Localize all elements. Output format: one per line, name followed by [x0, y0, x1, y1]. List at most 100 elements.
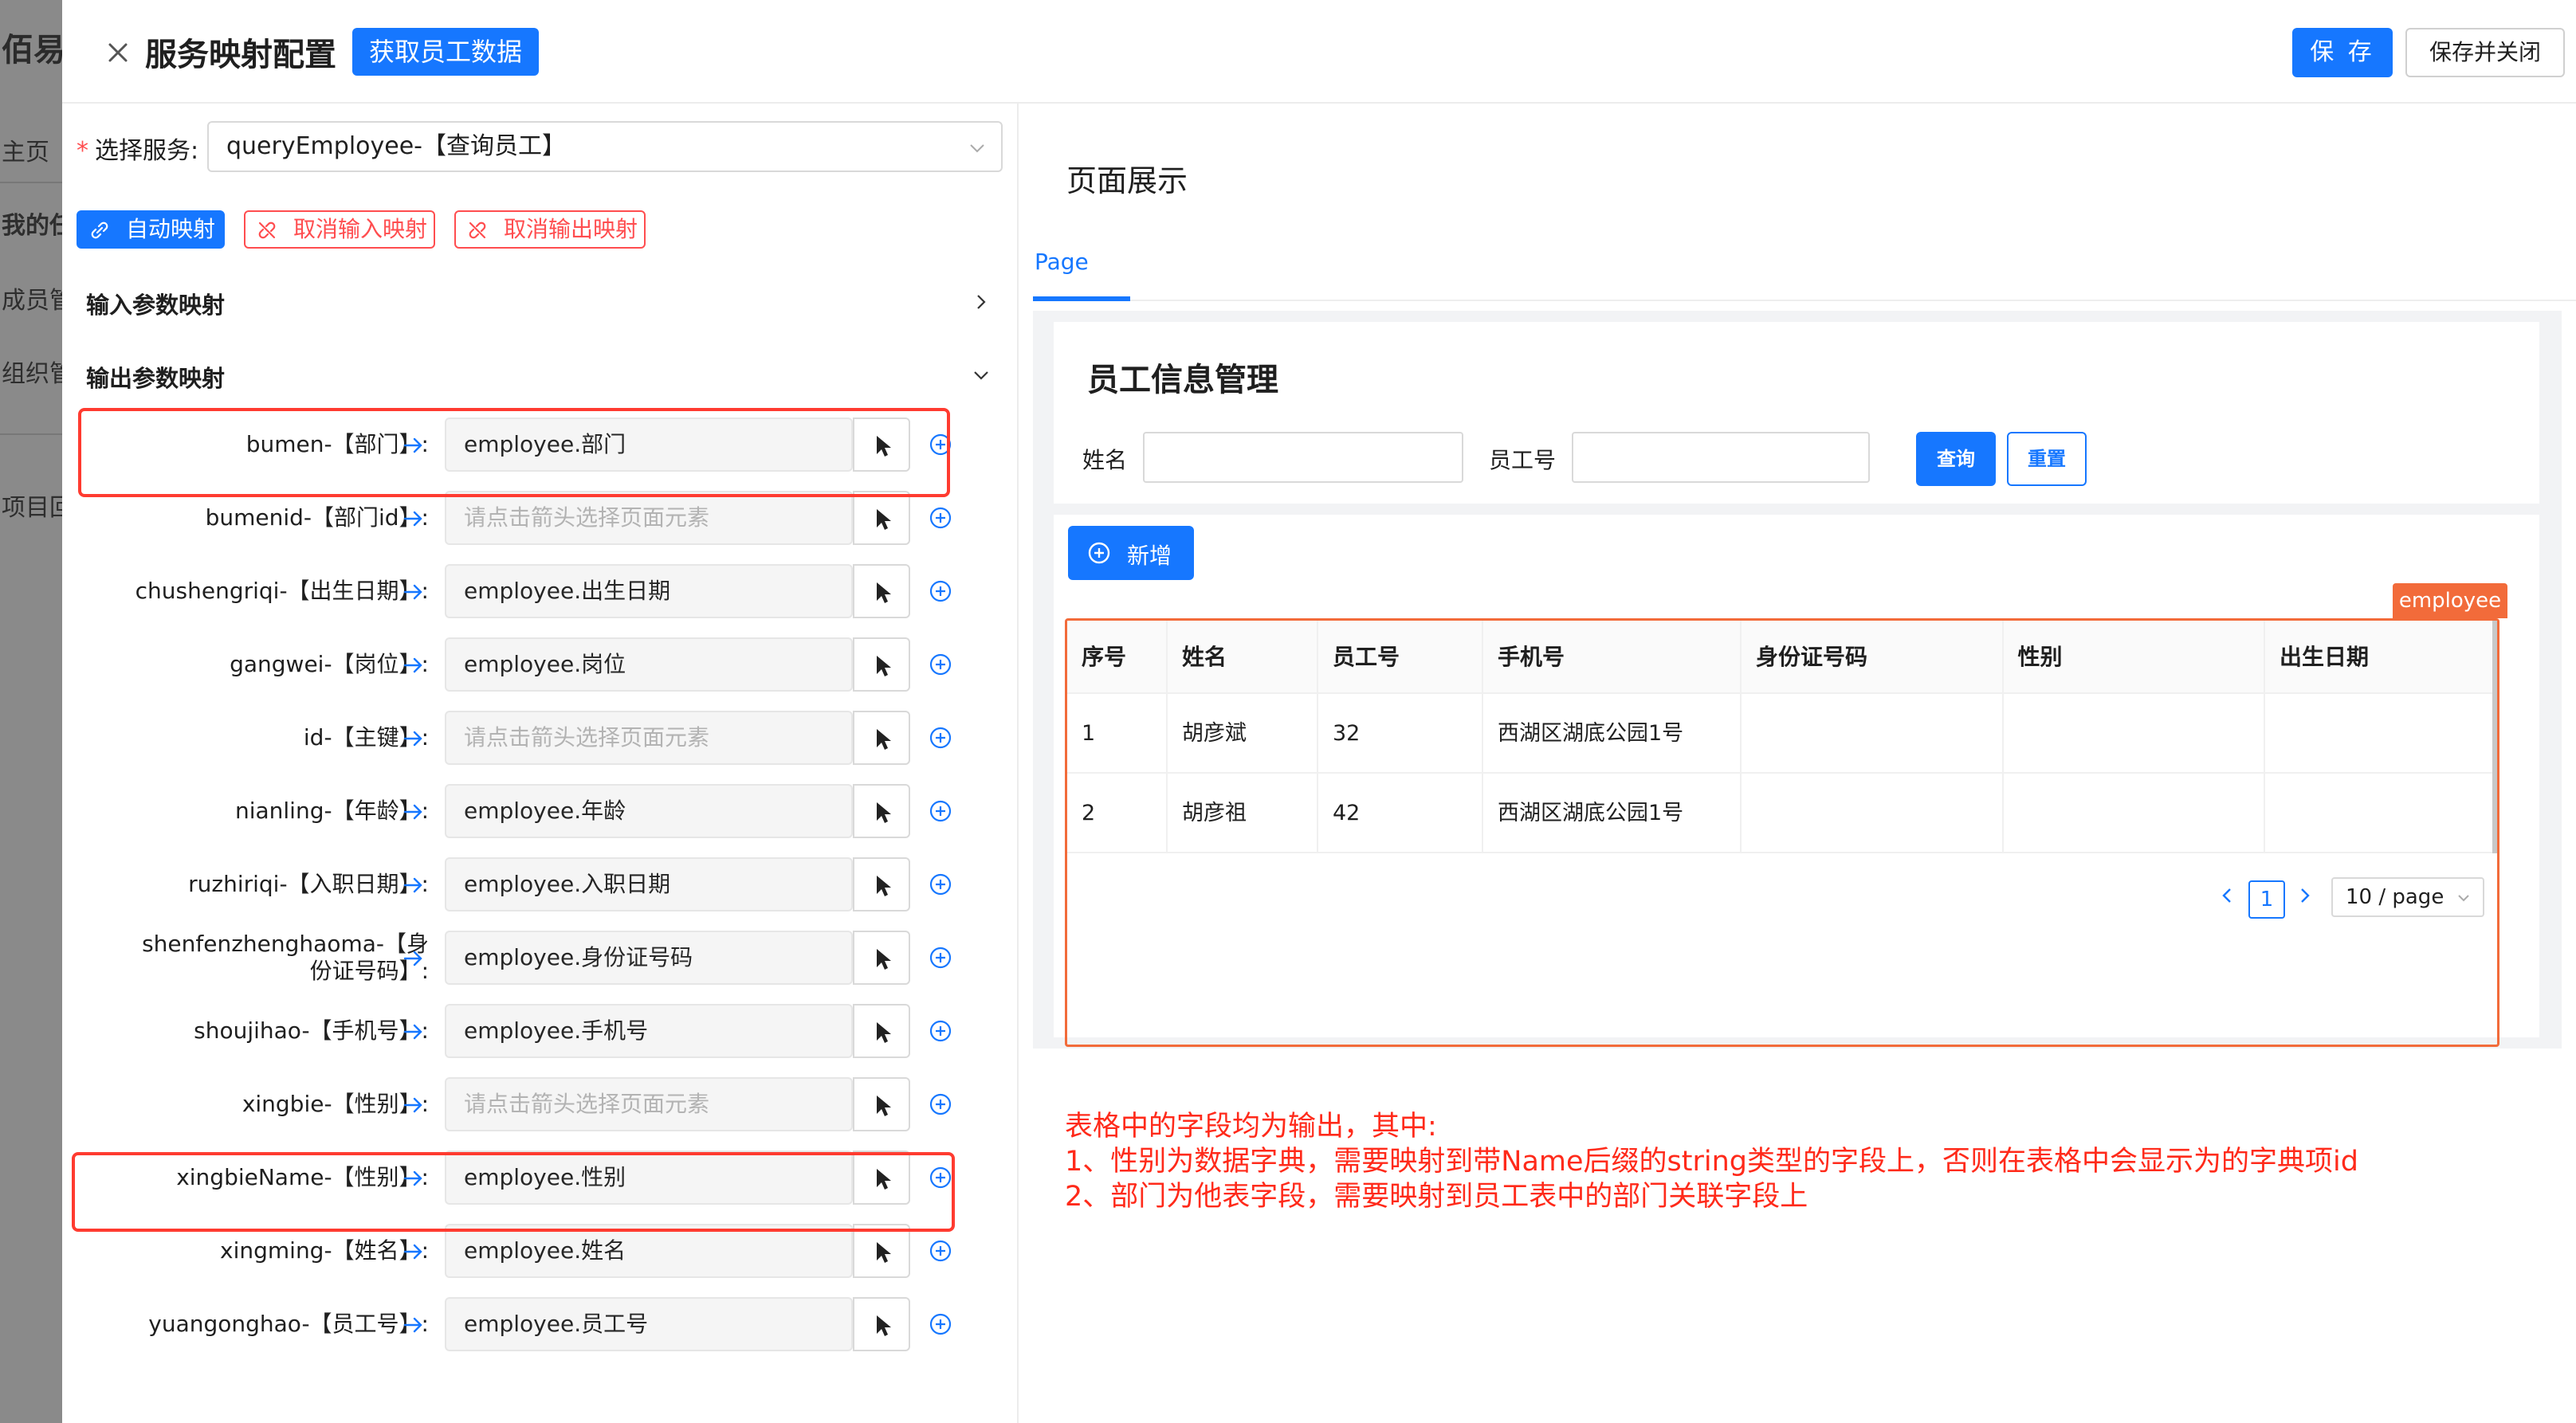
pick-element-button[interactable]: [853, 1004, 910, 1058]
note-line: 2、部门为他表字段，需要映射到员工表中的部门关联字段上: [1065, 1181, 1808, 1213]
cursor-pointer-icon: [877, 509, 891, 530]
chevron-right-icon[interactable]: [2293, 884, 2317, 908]
table-cell: 西湖区湖底公园1号: [1483, 774, 1742, 853]
bg-divider: [0, 433, 62, 435]
drawer-header: 服务映射配置 获取员工数据 保 存 保存并关闭: [62, 0, 2576, 104]
table-cell: [2265, 694, 2497, 774]
cursor-pointer-icon: [877, 656, 891, 676]
query-button[interactable]: 查询: [1916, 432, 1996, 486]
pick-element-button[interactable]: [853, 491, 910, 545]
plus-circle-icon[interactable]: [928, 1092, 953, 1117]
mapping-value-input[interactable]: 请点击箭头选择页面元素: [445, 711, 853, 765]
mapping-value-input[interactable]: employee.手机号: [445, 1004, 853, 1058]
pick-element-button[interactable]: [853, 1224, 910, 1278]
mapping-value-input[interactable]: 请点击箭头选择页面元素: [445, 1077, 853, 1131]
cursor-pointer-icon: [877, 1096, 891, 1116]
name-input[interactable]: [1143, 432, 1463, 483]
table-header: 序号姓名员工号手机号身份证号码性别出生日期年龄: [1067, 621, 2497, 694]
employee-number-input[interactable]: [1572, 432, 1870, 483]
mapping-value-input[interactable]: employee.姓名: [445, 1224, 853, 1278]
pick-element-button[interactable]: [853, 564, 910, 618]
service-select[interactable]: queryEmployee-【查询员工】: [207, 121, 1003, 172]
mapping-panel: * 选择服务: queryEmployee-【查询员工】 自动映射 取消输入映射 …: [62, 104, 1019, 1423]
plus-circle-icon[interactable]: [928, 1238, 953, 1264]
pick-element-button[interactable]: [853, 1077, 910, 1131]
mapping-value-input[interactable]: employee.出生日期: [445, 564, 853, 618]
output-params-section[interactable]: 输出参数映射: [62, 346, 1019, 402]
table-header-cell: 性别: [2004, 621, 2265, 694]
cancel-output-mapping-button[interactable]: 取消输出映射: [454, 210, 646, 249]
plus-circle-icon[interactable]: [928, 945, 953, 970]
mapping-row: shenfenzhenghaoma-【身份证号码】: employee.身份证号码: [62, 929, 1019, 986]
pick-element-button[interactable]: [853, 857, 910, 911]
cursor-pointer-icon: [877, 729, 891, 750]
mapping-value-input[interactable]: employee.身份证号码: [445, 931, 853, 985]
cursor-pointer-icon: [877, 876, 891, 896]
input-params-label: 输入参数映射: [86, 292, 226, 319]
fetch-employee-data-button[interactable]: 获取员工数据: [352, 28, 539, 76]
mapping-field-label: nianling-【年龄】:: [234, 798, 429, 824]
mapping-row: xingbie-【性别】: 请点击箭头选择页面元素: [62, 1076, 1019, 1133]
page-size-select[interactable]: 10 / page: [2331, 877, 2484, 917]
plus-circle-icon[interactable]: [928, 872, 953, 897]
table-cell: [1742, 774, 2004, 853]
table-header-cell: 身份证号码: [1742, 621, 2004, 694]
plus-circle-icon[interactable]: [928, 505, 953, 531]
close-icon[interactable]: [100, 35, 135, 70]
plus-circle-icon[interactable]: [928, 725, 953, 751]
chevron-down-icon: [970, 144, 984, 153]
table-row[interactable]: 1 胡彦斌 32 西湖区湖底公园1号: [1067, 694, 2497, 774]
cursor-pointer-icon: [877, 949, 891, 970]
plus-circle-icon[interactable]: [928, 1018, 953, 1044]
arrow-right-icon: [403, 1097, 422, 1113]
note-line: 表格中的字段均为输出，其中:: [1065, 1111, 1437, 1143]
plus-circle-icon[interactable]: [928, 652, 953, 677]
table-cell: 西湖区湖底公园1号: [1483, 694, 1742, 774]
mapping-field-label: chushengriqi-【出生日期】:: [135, 578, 429, 604]
mapping-value-input[interactable]: 请点击箭头选择页面元素: [445, 491, 853, 545]
mapping-value-input[interactable]: employee.员工号: [445, 1297, 853, 1351]
unlink-icon: [258, 221, 276, 239]
add-button[interactable]: 新增: [1068, 526, 1194, 580]
drawer-title: 服务映射配置: [145, 37, 336, 73]
page-number-current[interactable]: 1: [2248, 880, 2285, 919]
pick-element-button[interactable]: [853, 637, 910, 692]
mapping-value-input[interactable]: employee.年龄: [445, 784, 853, 838]
mapping-field-label: gangwei-【岗位】:: [230, 651, 429, 677]
service-select-value: queryEmployee-【查询员工】: [226, 132, 567, 160]
plus-circle-icon[interactable]: [928, 1311, 953, 1337]
tab-divider: [1033, 300, 2576, 301]
reset-button[interactable]: 重置: [2007, 432, 2087, 486]
plus-circle-icon[interactable]: [928, 798, 953, 824]
mapping-field-label: ruzhiriqi-【入职日期】:: [188, 871, 429, 897]
mapping-field-label: yuangonghao-【员工号】:: [148, 1311, 429, 1337]
mapping-row: ruzhiriqi-【入职日期】: employee.入职日期: [62, 856, 1019, 913]
plus-circle-icon[interactable]: [928, 578, 953, 604]
plus-circle-icon: [1088, 542, 1110, 564]
cursor-pointer-icon: [877, 1022, 891, 1043]
save-button[interactable]: 保 存: [2292, 28, 2393, 77]
employee-table[interactable]: 序号姓名员工号手机号身份证号码性别出生日期年龄 1胡彦斌32西湖区湖底公园1号2…: [1065, 618, 2499, 1047]
mapping-value-input[interactable]: employee.岗位: [445, 637, 853, 692]
pick-element-button[interactable]: [853, 1297, 910, 1351]
mapping-row: bumenid-【部门id】: 请点击箭头选择页面元素: [62, 489, 1019, 547]
table-header-cell: 序号: [1067, 621, 1168, 694]
save-and-close-button[interactable]: 保存并关闭: [2405, 28, 2565, 77]
tab-page[interactable]: Page: [1035, 249, 1089, 275]
mapping-value-input[interactable]: employee.入职日期: [445, 857, 853, 911]
pick-element-button[interactable]: [853, 711, 910, 765]
table-scrollbar[interactable]: [2492, 621, 2497, 853]
table-cell: 胡彦祖: [1168, 774, 1318, 853]
mapping-field-label: xingbie-【性别】:: [242, 1091, 429, 1117]
table-cell: 32: [1318, 694, 1483, 774]
pick-element-button[interactable]: [853, 784, 910, 838]
chevron-left-icon[interactable]: [2215, 884, 2239, 908]
input-params-section[interactable]: 输入参数映射: [62, 272, 1019, 328]
cancel-input-mapping-button[interactable]: 取消输入映射: [244, 210, 435, 249]
card-title: 员工信息管理: [1087, 362, 1278, 398]
auto-map-button[interactable]: 自动映射: [77, 210, 225, 249]
chevron-down-icon: [2458, 895, 2469, 902]
table-row[interactable]: 2 胡彦祖 42 西湖区湖底公园1号: [1067, 774, 2497, 853]
pick-element-button[interactable]: [853, 931, 910, 985]
page-canvas: 员工信息管理 姓名 员工号 查询 重置 新增 employee 序号 姓名 员工号手…: [1033, 311, 2562, 1049]
